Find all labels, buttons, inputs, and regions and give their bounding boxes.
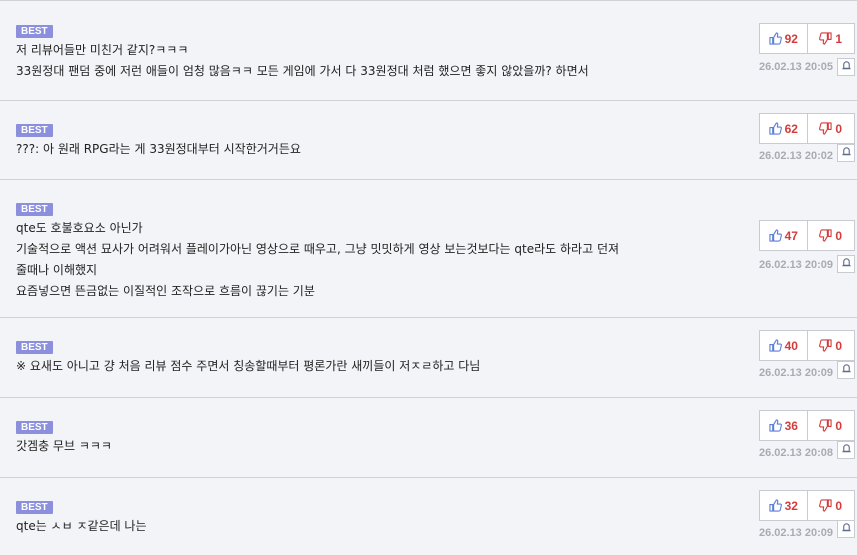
thumbs-down-icon: [819, 419, 833, 432]
vote-box: 40 0: [759, 330, 855, 361]
thumbs-down-icon: [819, 499, 833, 512]
best-badge: BEST: [16, 124, 53, 137]
bell-icon: [841, 60, 852, 74]
dislike-count: 0: [835, 498, 843, 513]
best-badge: BEST: [16, 421, 53, 434]
dislike-button[interactable]: 0: [808, 114, 855, 143]
dislike-count: 0: [835, 338, 843, 353]
dislike-count: 0: [835, 228, 843, 243]
comment-body: 저 리뷰어들만 미친거 같지?ㅋㅋㅋ 33원정대 팬덤 중에 저런 애들이 엄청 …: [16, 40, 736, 82]
comment-text-line: ※ 요새도 아니고 걍 처음 리뷰 점수 주면서 칭송할때부터 평론가란 새끼들…: [16, 359, 481, 373]
comment-text-line: 기술적으로 액션 묘사가 어려워서 플레이가아닌 영상으로 때우고, 그냥 밋밋…: [16, 242, 620, 256]
like-count: 47: [784, 228, 798, 243]
like-button[interactable]: 40: [760, 331, 808, 360]
comment-date: 26.02.13 20:09: [758, 527, 833, 539]
comment-row: BEST 저 리뷰어들만 미친거 같지?ㅋㅋㅋ 33원정대 팬덤 중에 저런 애들…: [0, 1, 857, 101]
comment-text-line: 갓겜충 무브 ㅋㅋㅋ: [16, 439, 112, 453]
dislike-button[interactable]: 0: [808, 221, 855, 250]
comment-date: 26.02.13 20:05: [758, 61, 833, 73]
dislike-button[interactable]: 0: [808, 411, 855, 440]
thumbs-up-icon: [768, 419, 782, 432]
vote-box: 32 0: [759, 490, 855, 521]
thumbs-up-icon: [768, 499, 782, 512]
report-button[interactable]: [837, 58, 855, 76]
vote-box: 36 0: [759, 410, 855, 441]
comment-text-line: qte도 호불호요소 아닌가: [16, 221, 143, 235]
comment-text-line: ???: 아 원래 RPG라는 게 33원정대부터 시작한거거든요: [16, 142, 301, 156]
bell-icon: [841, 443, 852, 457]
comment-row: BEST qte도 호불호요소 아닌가기술적으로 액션 묘사가 어려워서 플레이…: [0, 180, 857, 318]
vote-box: 47 0: [759, 220, 855, 251]
comment-body: qte도 호불호요소 아닌가기술적으로 액션 묘사가 어려워서 플레이가아닌 영…: [16, 218, 736, 302]
dislike-count: 0: [835, 418, 843, 433]
report-button[interactable]: [837, 520, 855, 538]
dislike-button[interactable]: 1: [808, 24, 855, 53]
best-badge: BEST: [16, 203, 53, 216]
comment-row: BEST qte는 ㅅㅂ ㅈ같은데 나는 32 0 26.02.13 20:09: [0, 478, 857, 556]
like-count: 36: [784, 418, 798, 433]
like-count: 40: [784, 338, 798, 353]
like-button[interactable]: 92: [760, 24, 808, 53]
like-button[interactable]: 47: [760, 221, 808, 250]
comment-text-line: 저 리뷰어들만 미친거 같지?ㅋㅋㅋ: [16, 43, 189, 57]
comment-date: 26.02.13 20:09: [758, 259, 833, 271]
dislike-button[interactable]: 0: [808, 491, 855, 520]
comment-date: 26.02.13 20:02: [758, 150, 833, 162]
thumbs-up-icon: [768, 32, 782, 45]
thumbs-down-icon: [819, 32, 833, 45]
comment-row: BEST 갓겜충 무브 ㅋㅋㅋ 36 0 26.02.13 20:08: [0, 398, 857, 478]
comment-text-line: 33원정대 팬덤 중에 저런 애들이 엄청 많음ㅋㅋ 모든 게임에 가서 다 3…: [16, 64, 589, 78]
thumbs-down-icon: [819, 339, 833, 352]
dislike-count: 0: [835, 121, 843, 136]
report-button[interactable]: [837, 441, 855, 459]
comment-body: ???: 아 원래 RPG라는 게 33원정대부터 시작한거거든요: [16, 139, 736, 160]
report-button[interactable]: [837, 144, 855, 162]
best-badge: BEST: [16, 25, 53, 38]
comment-body: qte는 ㅅㅂ ㅈ같은데 나는: [16, 516, 736, 537]
comment-text-line: qte는 ㅅㅂ ㅈ같은데 나는: [16, 519, 147, 533]
best-badge: BEST: [16, 501, 53, 514]
dislike-button[interactable]: 0: [808, 331, 855, 360]
thumbs-up-icon: [768, 229, 782, 242]
like-count: 62: [784, 121, 798, 136]
vote-box: 92 1: [759, 23, 855, 54]
like-button[interactable]: 32: [760, 491, 808, 520]
comment-list: BEST 저 리뷰어들만 미친거 같지?ㅋㅋㅋ 33원정대 팬덤 중에 저런 애들…: [0, 0, 857, 556]
thumbs-down-icon: [819, 229, 833, 242]
report-button[interactable]: [837, 255, 855, 273]
dislike-count: 1: [835, 31, 843, 46]
comment-text-line: 요즘넣으면 뜬금없는 이질적인 조작으로 흐름이 끊기는 기분: [16, 284, 315, 298]
bell-icon: [841, 257, 852, 271]
like-button[interactable]: 62: [760, 114, 808, 143]
thumbs-down-icon: [819, 122, 833, 135]
comment-row: BEST ※ 요새도 아니고 걍 처음 리뷰 점수 주면서 칭송할때부터 평론가…: [0, 318, 857, 398]
best-badge: BEST: [16, 341, 53, 354]
comment-body: ※ 요새도 아니고 걍 처음 리뷰 점수 주면서 칭송할때부터 평론가란 새끼들…: [16, 356, 736, 377]
like-count: 32: [784, 498, 798, 513]
comment-row: BEST ???: 아 원래 RPG라는 게 33원정대부터 시작한거거든요 6…: [0, 101, 857, 180]
bell-icon: [841, 146, 852, 160]
bell-icon: [841, 363, 852, 377]
comment-date: 26.02.13 20:09: [758, 367, 833, 379]
thumbs-up-icon: [768, 122, 782, 135]
thumbs-up-icon: [768, 339, 782, 352]
comment-text-line: 줄때나 이해했지: [16, 263, 98, 277]
comment-date: 26.02.13 20:08: [758, 447, 833, 459]
report-button[interactable]: [837, 361, 855, 379]
like-button[interactable]: 36: [760, 411, 808, 440]
vote-box: 62 0: [759, 113, 855, 144]
comment-body: 갓겜충 무브 ㅋㅋㅋ: [16, 436, 736, 457]
bell-icon: [841, 522, 852, 536]
like-count: 92: [784, 31, 798, 46]
